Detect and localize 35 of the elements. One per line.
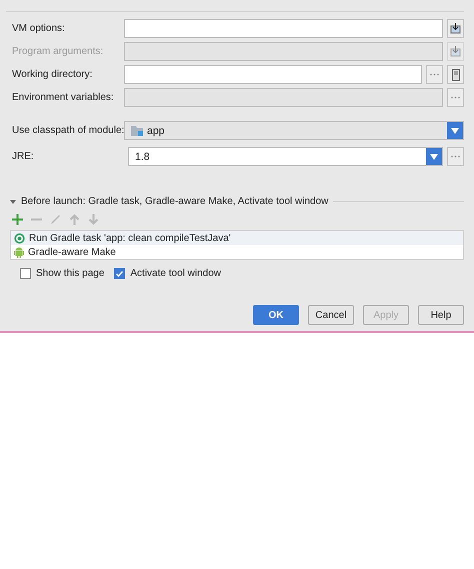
text-field[interactable] (124, 65, 422, 84)
android-icon (14, 246, 24, 258)
ellipsis-icon (451, 96, 460, 99)
dropdown-arrow-icon (451, 128, 459, 134)
dialog-button[interactable]: Help (418, 305, 464, 325)
jre-dropdown[interactable]: 1.8 (128, 147, 443, 166)
dropdown-arrow-icon (430, 154, 438, 160)
section-title: Before launch: Gradle task, Gradle-aware Make, Activate tool window (21, 196, 328, 207)
field-label: Program arguments: (12, 46, 104, 57)
task-item[interactable]: Run Gradle task 'app: clean compileTestJava' (11, 231, 463, 245)
expand-button[interactable] (447, 19, 464, 38)
field-label: VM options: (12, 23, 66, 34)
document-icon (452, 68, 460, 80)
checkbox-label: Activate tool window (130, 268, 221, 279)
field-label: JRE: (12, 151, 35, 162)
add-icon[interactable] (12, 214, 23, 224)
module-dropdown[interactable]: app (124, 121, 464, 140)
text-field[interactable] (124, 19, 443, 38)
dialog-button[interactable]: Cancel (308, 305, 354, 325)
expand-icon (450, 23, 461, 34)
text-field[interactable] (124, 88, 443, 107)
field-label: Working directory: (12, 69, 94, 80)
checkbox[interactable] (20, 268, 31, 279)
dialog-button[interactable]: OK (253, 305, 299, 325)
folder-icon (131, 126, 143, 136)
field-label: Use classpath of module: (12, 125, 124, 136)
macro-button[interactable] (447, 65, 464, 84)
checkbox[interactable] (114, 268, 126, 279)
ellipsis-icon (451, 155, 460, 158)
collapse-triangle-icon[interactable] (10, 200, 16, 204)
browse-button[interactable] (447, 147, 464, 166)
field-label: Environment variables: (12, 92, 115, 103)
ellipsis-icon (430, 73, 439, 76)
expand-icon (450, 46, 461, 57)
checkbox-label: Show this page (36, 268, 104, 279)
